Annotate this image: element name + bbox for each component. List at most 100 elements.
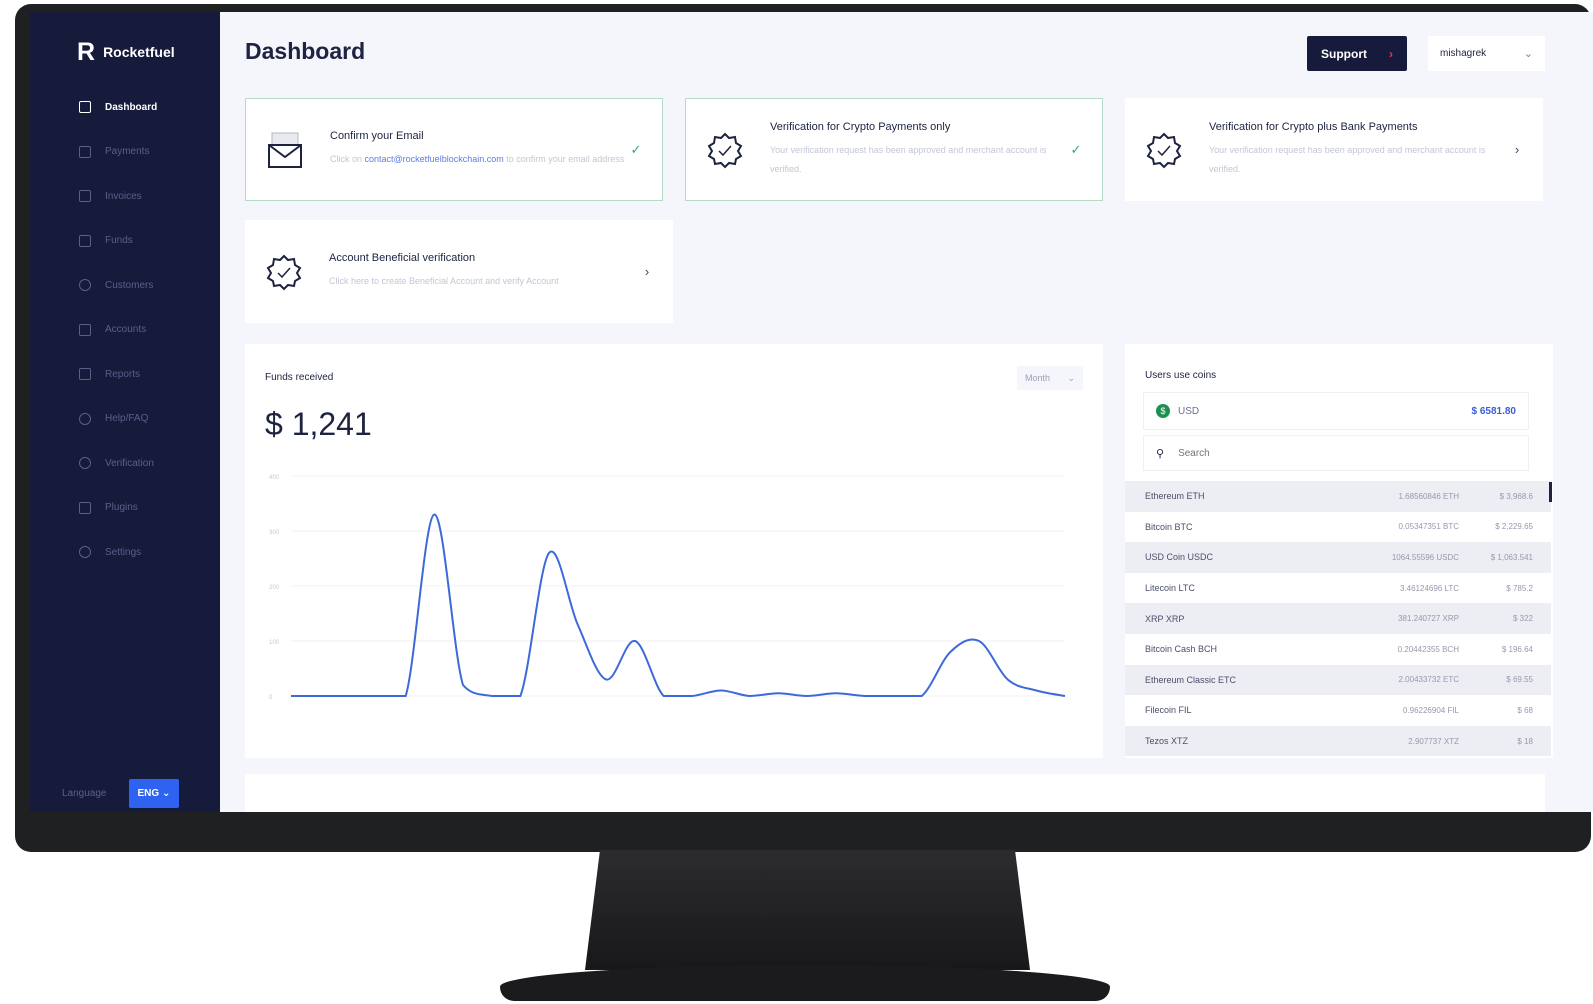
sidebar-item-settings[interactable]: Settings bbox=[30, 530, 220, 575]
coin-row[interactable]: Litecoin LTC 3.46124696 LTC $ 785.2 bbox=[1125, 573, 1551, 604]
support-label: Support bbox=[1321, 46, 1367, 61]
page-title: Dashboard bbox=[245, 38, 366, 64]
sidebar-item-label: Accounts bbox=[105, 324, 147, 336]
sidebar-item-dashboard[interactable]: Dashboard bbox=[30, 85, 220, 130]
coin-amount: 2.00433732 ETC bbox=[1398, 675, 1460, 685]
sidebar-item-plugins[interactable]: Plugins bbox=[30, 486, 220, 531]
coin-row[interactable]: USD Coin USDC 1064.55596 USDC $ 1,063.541 bbox=[1125, 542, 1551, 573]
coin-amount: 1.68560846 ETH bbox=[1398, 491, 1460, 501]
scrollbar[interactable] bbox=[1549, 482, 1552, 502]
coin-usd-value: $ 785.2 bbox=[1506, 583, 1533, 593]
coin-amount: 381.240727 XRP bbox=[1398, 614, 1459, 624]
verified-badge-icon bbox=[707, 132, 743, 168]
coin-amount: 0.20442355 BCH bbox=[1397, 644, 1459, 654]
main-content: Dashboard Support › mishagrek ⌄ Confirm … bbox=[220, 12, 1593, 812]
coin-row[interactable]: Bitcoin Cash BCH 0.20442355 BCH $ 196.64 bbox=[1125, 634, 1551, 665]
check-icon: ✓ bbox=[1070, 141, 1082, 157]
coin-usd-value: $ 1,063.541 bbox=[1490, 552, 1533, 562]
card-title: Account Beneficial verification bbox=[329, 252, 476, 264]
sidebar-item-label: Reports bbox=[105, 368, 141, 380]
coin-row[interactable]: Ethereum ETH 1.68560846 ETH $ 3,968.6 bbox=[1125, 481, 1551, 512]
chevron-right-icon: › bbox=[1514, 142, 1520, 157]
funds-total: $ 1,241 bbox=[265, 406, 372, 442]
search-input[interactable] bbox=[1178, 447, 1479, 459]
sidebar: R Rocketfuel Dashboard Payments Invoices Fu… bbox=[30, 12, 220, 812]
funds-received-panel: Funds received Month ⌄ $ 1,241 0 100 200 30… bbox=[245, 344, 1103, 758]
sidebar-item-label: Invoices bbox=[105, 190, 142, 202]
chevron-down-icon: ⌄ bbox=[1067, 372, 1075, 383]
coin-row[interactable]: Tezos XTZ 2.907737 XTZ $ 18 bbox=[1125, 725, 1551, 757]
sidebar-item-label: Settings bbox=[105, 546, 142, 558]
dollar-icon: $ bbox=[1156, 404, 1170, 418]
coin-amount: 0.96226904 FIL bbox=[1402, 705, 1459, 715]
y-tick-label: 200 bbox=[269, 585, 280, 591]
chevron-right-icon: › bbox=[644, 264, 650, 279]
sidebar-item-label: Payments bbox=[105, 146, 150, 158]
sidebar-item-label: Customers bbox=[105, 279, 154, 291]
search-icon: ⚲ bbox=[1156, 447, 1165, 460]
help-icon bbox=[79, 412, 91, 425]
funds-title: Funds received bbox=[265, 372, 334, 383]
language-label: Language bbox=[62, 788, 107, 799]
crypto-verification-card[interactable]: Verification for Crypto Payments only Yo… bbox=[685, 98, 1103, 201]
coin-name: Ethereum ETH bbox=[1145, 491, 1205, 502]
language-switcher: Language ENG ⌄ bbox=[62, 779, 180, 808]
series-line bbox=[290, 513, 1066, 698]
envelope-icon bbox=[268, 132, 302, 168]
coin-name: USD Coin USDC bbox=[1145, 552, 1214, 563]
card-description: Click on contact@rocketfuelblockchain.co… bbox=[330, 150, 626, 169]
sidebar-item-label: Verification bbox=[105, 457, 154, 469]
brand-name: Rocketfuel bbox=[103, 44, 175, 60]
crypto-bank-verification-card[interactable]: Verification for Crypto plus Bank Paymen… bbox=[1125, 98, 1543, 201]
beneficial-verification-card[interactable]: Account Beneficial verification Click he… bbox=[245, 220, 673, 323]
coin-usd-value: $ 196.64 bbox=[1501, 644, 1533, 654]
coin-usd-value: $ 68 bbox=[1517, 705, 1533, 715]
email-link[interactable]: contact@rocketfuelblockchain.com bbox=[365, 154, 504, 164]
grid-icon bbox=[79, 101, 91, 114]
coin-row[interactable]: Bitcoin BTC 0.05347351 BTC $ 2,229.65 bbox=[1125, 512, 1551, 543]
verification-icon bbox=[79, 457, 91, 470]
card-description: Your verification request has been appro… bbox=[1209, 144, 1486, 174]
sidebar-item-invoices[interactable]: Invoices bbox=[30, 174, 220, 219]
card-title: Verification for Crypto Payments only bbox=[770, 120, 951, 133]
invoices-icon bbox=[79, 190, 91, 203]
monitor-stand bbox=[585, 850, 1030, 970]
y-tick-label: 100 bbox=[269, 640, 280, 646]
usd-label: USD bbox=[1178, 405, 1200, 417]
user-menu[interactable]: mishagrek ⌄ bbox=[1428, 36, 1545, 71]
sidebar-item-funds[interactable]: Funds bbox=[30, 219, 220, 264]
reports-icon bbox=[79, 368, 91, 381]
screen: R Rocketfuel Dashboard Payments Invoices Fu… bbox=[30, 12, 1593, 812]
monitor-base bbox=[500, 965, 1110, 1001]
accounts-icon bbox=[79, 323, 91, 336]
sidebar-item-accounts[interactable]: Accounts bbox=[30, 308, 220, 353]
usd-total-row[interactable]: $ USD $ 6581.80 bbox=[1143, 392, 1529, 430]
period-select[interactable]: Month ⌄ bbox=[1017, 366, 1083, 390]
funds-chart: 0 100 200 300 400 bbox=[269, 475, 1066, 701]
sidebar-item-payments[interactable]: Payments bbox=[30, 130, 220, 175]
coin-name: Litecoin LTC bbox=[1145, 583, 1195, 594]
coin-amount: 1064.55596 USDC bbox=[1391, 552, 1459, 562]
sidebar-item-reports[interactable]: Reports bbox=[30, 352, 220, 397]
bottom-panel bbox=[245, 774, 1545, 812]
coin-search: ⚲ bbox=[1143, 435, 1529, 471]
sidebar-item-verification[interactable]: Verification bbox=[30, 441, 220, 486]
sidebar-item-label: Funds bbox=[105, 235, 133, 247]
desc-prefix: Click on bbox=[330, 154, 365, 164]
brand[interactable]: R Rocketfuel bbox=[30, 12, 220, 65]
support-button[interactable]: Support › bbox=[1307, 36, 1407, 71]
coin-name: Bitcoin Cash BCH bbox=[1145, 644, 1218, 655]
confirm-email-card[interactable]: Confirm your Email Click on contact@rock… bbox=[245, 98, 663, 201]
card-title: Confirm your Email bbox=[330, 130, 424, 142]
sidebar-item-help-faq[interactable]: Help/FAQ bbox=[30, 397, 220, 442]
monitor-frame: R Rocketfuel Dashboard Payments Invoices Fu… bbox=[15, 4, 1593, 852]
coin-row[interactable]: Ethereum Classic ETC 2.00433732 ETC $ 69.5… bbox=[1125, 664, 1551, 696]
coin-row[interactable]: XRP XRP 381.240727 XRP $ 322 bbox=[1125, 603, 1551, 634]
coin-row[interactable]: Filecoin FIL 0.96226904 FIL $ 68 bbox=[1125, 695, 1551, 726]
desc-suffix: to confirm your email address bbox=[503, 154, 625, 164]
gear-icon bbox=[79, 546, 91, 559]
language-button[interactable]: ENG ⌄ bbox=[128, 779, 180, 808]
coin-name: XRP XRP bbox=[1145, 613, 1185, 624]
coin-amount: 0.05347351 BTC bbox=[1398, 522, 1460, 532]
sidebar-item-customers[interactable]: Customers bbox=[30, 263, 220, 308]
